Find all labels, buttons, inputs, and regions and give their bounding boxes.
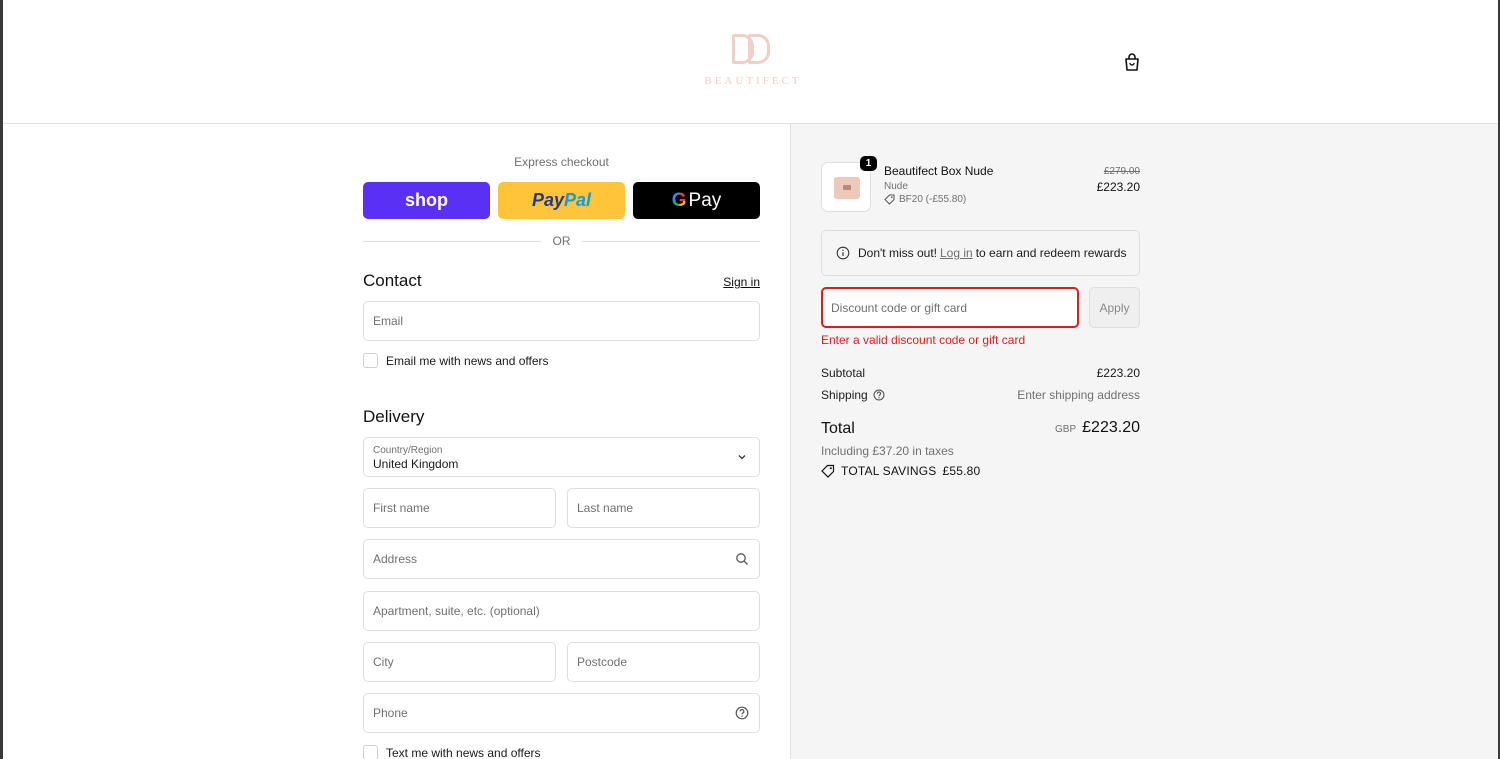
shop-pay-button[interactable]: shop xyxy=(363,182,490,219)
bag-icon[interactable] xyxy=(1121,51,1143,73)
price-final: £223.20 xyxy=(1096,180,1140,194)
paypal-button[interactable]: Pay Pal xyxy=(498,182,625,219)
phone-field[interactable] xyxy=(363,693,760,733)
google-pay-label: Pay xyxy=(688,189,722,211)
chevron-down-icon xyxy=(738,455,746,460)
rewards-prefix: Don't miss out! xyxy=(858,246,937,260)
help-circle-icon[interactable] xyxy=(873,389,885,401)
search-icon[interactable] xyxy=(735,552,749,566)
first-name-input[interactable] xyxy=(373,501,546,515)
tag-icon xyxy=(884,194,895,205)
rewards-login-link[interactable]: Log in xyxy=(940,246,973,260)
brand-name: BEAUTIFECT xyxy=(704,75,802,87)
total-label: Total xyxy=(821,420,855,437)
subtotal-label: Subtotal xyxy=(821,366,866,380)
newsletter-label: Email me with news and offers xyxy=(386,353,549,368)
google-g-icon: G xyxy=(671,189,687,211)
product-discount: BF20 (-£55.80) xyxy=(884,194,966,205)
quantity-badge: 1 xyxy=(860,156,877,171)
email-field[interactable] xyxy=(363,301,760,341)
paypal-label-pay: Pay xyxy=(531,190,564,210)
or-divider: OR xyxy=(363,234,760,248)
last-name-field[interactable] xyxy=(567,488,760,528)
newsletter-checkbox[interactable] xyxy=(363,353,378,368)
express-checkout-title: Express checkout xyxy=(514,155,609,169)
postcode-input[interactable] xyxy=(577,655,750,669)
or-label: OR xyxy=(552,234,571,248)
first-name-field[interactable] xyxy=(363,488,556,528)
product-discount-text: BF20 (-£55.80) xyxy=(899,194,967,205)
discount-error: Enter a valid discount code or gift card xyxy=(821,333,1026,347)
apply-button[interactable]: Apply xyxy=(1089,287,1140,328)
rewards-suffix: to earn and redeem rewards xyxy=(975,246,1127,260)
contact-heading: Contact xyxy=(363,271,422,290)
rewards-banner: Don't miss out! Log in to earn and redee… xyxy=(821,230,1140,276)
total-currency: GBP xyxy=(1055,424,1077,435)
total-amount: GBP £223.20 xyxy=(1055,419,1140,437)
shipping-value: Enter shipping address xyxy=(1017,388,1140,402)
product-name: Beautifect Box Nude xyxy=(884,164,994,178)
address-field[interactable] xyxy=(363,539,760,579)
checkout-header: BEAUTIFECT xyxy=(3,0,1498,124)
shipping-row: Shipping Enter shipping address xyxy=(821,388,1140,402)
subtotal-row: Subtotal £223.20 xyxy=(821,366,1140,380)
brand-logo[interactable]: BEAUTIFECT xyxy=(703,30,803,87)
apartment-field[interactable] xyxy=(363,591,760,631)
help-circle-icon[interactable] xyxy=(735,706,749,720)
savings-value: £55.80 xyxy=(942,464,981,478)
price-original: £279.00 xyxy=(1103,166,1140,177)
email-input[interactable] xyxy=(373,314,750,328)
sms-checkbox[interactable] xyxy=(363,745,378,759)
apartment-input[interactable] xyxy=(373,604,750,618)
paypal-label-pal: Pal xyxy=(564,190,592,210)
discount-input[interactable] xyxy=(831,300,1069,315)
address-input[interactable] xyxy=(373,552,750,566)
subtotal-value: £223.20 xyxy=(1096,366,1140,380)
info-icon xyxy=(836,246,850,260)
phone-input[interactable] xyxy=(373,706,750,720)
sign-in-link[interactable]: Sign in xyxy=(723,275,760,289)
order-summary: 1 Beautifect Box Nude Nude BF20 (-£55.80… xyxy=(790,124,1498,759)
discount-field[interactable] xyxy=(821,287,1079,328)
checkout-main: Express checkout shop Pay Pal G Pay OR Con… xyxy=(3,124,790,759)
city-input[interactable] xyxy=(373,655,546,669)
sms-checkbox-row[interactable]: Text me with news and offers xyxy=(363,745,541,759)
postcode-field[interactable] xyxy=(567,642,760,682)
total-savings: TOTAL SAVINGS £55.80 xyxy=(821,464,980,478)
country-value: United Kingdom xyxy=(373,456,459,471)
last-name-input[interactable] xyxy=(577,501,750,515)
taxes-text: Including £37.20 in taxes xyxy=(821,444,954,458)
shipping-label: Shipping xyxy=(821,388,868,402)
country-select[interactable]: Country/Region United Kingdom xyxy=(363,437,760,477)
country-label: Country/Region xyxy=(373,444,443,456)
tag-icon xyxy=(821,464,835,478)
product-variant: Nude xyxy=(884,181,908,192)
delivery-heading: Delivery xyxy=(363,407,425,426)
savings-label: TOTAL SAVINGS xyxy=(841,464,937,478)
logo-mark-icon xyxy=(729,30,777,68)
sms-label: Text me with news and offers xyxy=(386,745,541,759)
google-pay-button[interactable]: G Pay xyxy=(633,182,760,219)
total-value: £223.20 xyxy=(1082,419,1140,436)
shop-pay-label: shop xyxy=(405,190,448,210)
newsletter-checkbox-row[interactable]: Email me with news and offers xyxy=(363,353,549,368)
city-field[interactable] xyxy=(363,642,556,682)
